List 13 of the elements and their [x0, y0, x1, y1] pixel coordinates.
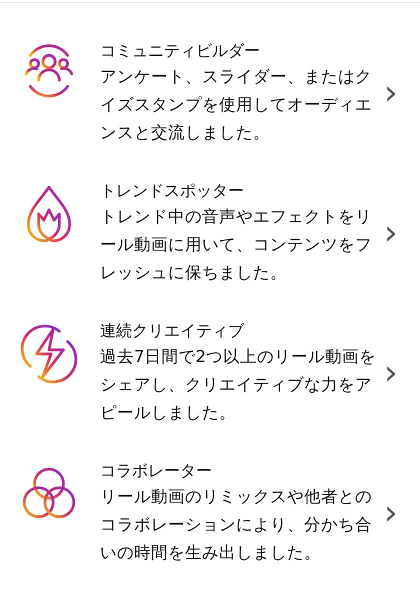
item-description: アンケート、スライダー、またはクイズスタンプを使用してオーディエンスと交流しました。	[100, 66, 373, 144]
item-description: 過去7日間で2つ以上のリール動画をシェアし、クリエイティブな力をアピールしました。	[100, 346, 376, 424]
item-title: コミュニティビルダー	[100, 40, 261, 62]
item-title: コラボレーター	[100, 460, 213, 482]
lightning-icon	[18, 323, 80, 385]
chevron-icon[interactable]: ›	[384, 76, 398, 110]
item-title: トレンドスポッター	[100, 180, 245, 202]
item-description: リール動画のリミックスや他者とのコラボレーションにより、分かち合いの時間を生み出しました。	[100, 486, 373, 564]
item-description: トレンド中の音声やエフェクトをリール動画に用いて、コンテンツをフレッシュに保ちました。	[100, 206, 373, 284]
chevron-icon[interactable]: ›	[384, 216, 398, 250]
item-title: 連続クリエイティブ	[100, 320, 246, 342]
chevron-icon[interactable]: ›	[384, 496, 398, 530]
chevron-icon[interactable]: ›	[384, 356, 398, 390]
